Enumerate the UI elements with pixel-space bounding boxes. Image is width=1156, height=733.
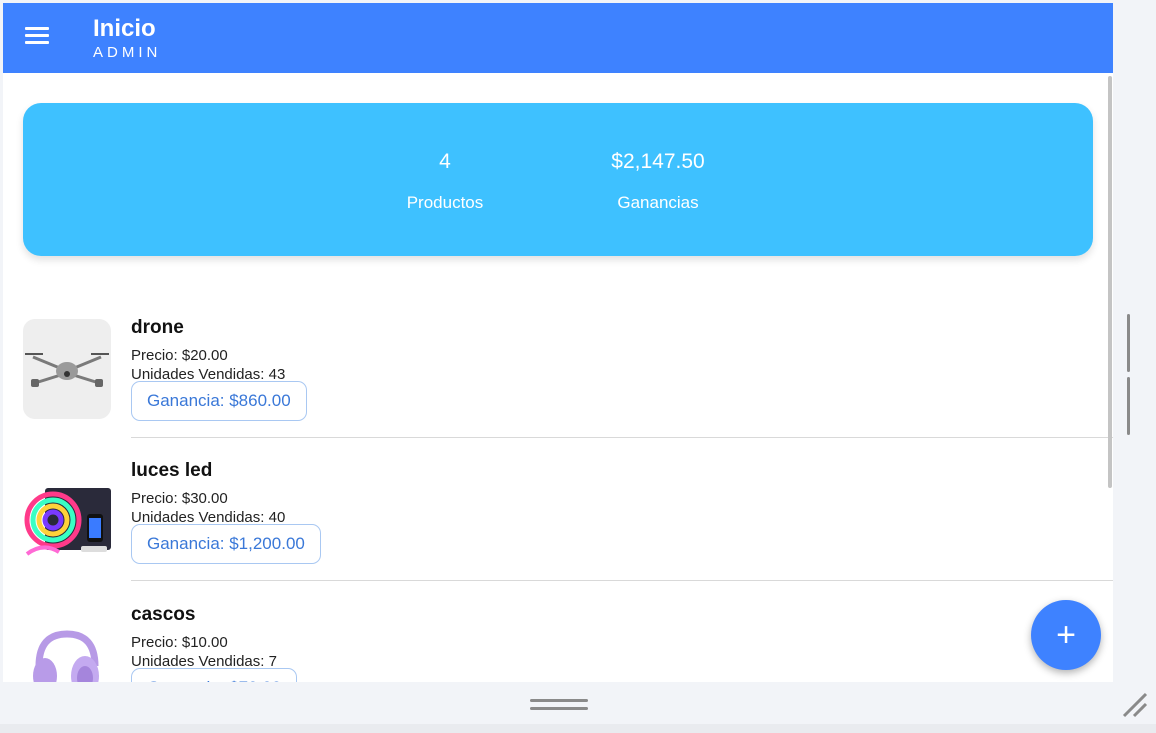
product-price: Precio: $20.00 [131,347,228,364]
corner-resize-icon[interactable] [1120,690,1150,720]
bottom-strip [0,724,1156,733]
app-bar: Inicio ADMIN [3,3,1113,73]
stat-products: 4 Productos [385,150,505,213]
product-name: drone [131,317,184,338]
page-title: Inicio [93,15,156,42]
stats-card: 4 Productos $2,147.50 Ganancias [23,103,1093,256]
product-item[interactable]: cascos Precio: $10.00 Unidades Vendidas:… [23,582,1113,682]
hamburger-menu-icon[interactable] [25,27,51,49]
page-subtitle: ADMIN [93,44,162,61]
product-gain-chip[interactable]: Ganancia: $70.00 [131,668,298,682]
app-frame: Inicio ADMIN 4 Productos $2,147.50 Ganan… [3,3,1113,682]
stat-earnings: $2,147.50 Ganancias [598,150,718,213]
product-name: luces led [131,460,213,481]
product-name: cascos [131,604,196,625]
scrollbar-thumb[interactable] [1108,76,1112,488]
bottom-resize-handle[interactable] [530,699,588,713]
product-price: Precio: $30.00 [131,490,228,507]
add-product-button[interactable]: + [1031,600,1101,670]
products-label: Productos [406,193,484,212]
product-item[interactable]: drone Precio: $20.00 Unidades Vendidas: … [23,295,1113,438]
side-resize-handle[interactable] [1127,314,1141,435]
product-price: Precio: $10.00 [131,634,228,651]
product-item[interactable]: luces led Precio: $30.00 Unidades Vendid… [23,438,1113,581]
product-gain-chip[interactable]: Ganancia: $1,200.00 [131,524,321,564]
earnings-value: $2,147.50 [611,150,705,173]
led-lights-image [23,462,111,562]
earnings-label: Ganancias [617,193,699,212]
products-count: 4 [439,150,451,173]
divider [131,580,1113,581]
headphones-image [23,606,111,682]
plus-icon: + [1056,616,1076,654]
drone-image [23,319,111,419]
product-gain-chip[interactable]: Ganancia: $860.00 [131,381,307,421]
